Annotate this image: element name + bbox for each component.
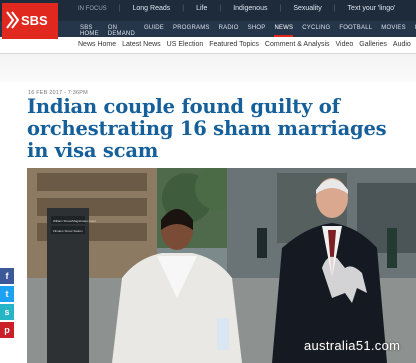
subnav-audio[interactable]: Audio	[393, 41, 411, 48]
top-link-indigenous[interactable]: Indigenous	[233, 5, 267, 12]
nav-guide[interactable]: GUIDE	[144, 25, 164, 37]
nav-movies[interactable]: MOVIES	[381, 25, 406, 37]
nav-news[interactable]: NEWS	[274, 25, 294, 37]
subnav-news-home[interactable]: News Home	[78, 41, 116, 48]
subnav-galleries[interactable]: Galleries	[359, 41, 387, 48]
watermark-text: australia51.com	[304, 338, 401, 353]
divider: |	[219, 5, 222, 12]
court-photo: William Street/Magistrates Court Flinder…	[27, 168, 416, 363]
subnav-comment-analysis[interactable]: Comment & Analysis	[265, 41, 330, 48]
nav-shop[interactable]: SHOP	[248, 25, 266, 37]
top-navigation-bar: IN FOCUS | Long Reads | Life | Indigenou…	[0, 0, 416, 21]
top-link-long-reads[interactable]: Long Reads	[133, 5, 171, 12]
facebook-share-icon[interactable]: f	[0, 268, 14, 284]
nav-on-demand[interactable]: ON DEMAND	[108, 25, 135, 37]
news-sub-navigation: News Home Latest News US Election Featur…	[0, 37, 416, 54]
header-spacer	[0, 54, 416, 82]
logo-text: SBS	[21, 13, 48, 28]
article-photo: William Street/Magistrates Court Flinder…	[27, 168, 416, 363]
subnav-us-election[interactable]: US Election	[167, 41, 204, 48]
divider: |	[118, 5, 121, 12]
nav-radio[interactable]: RADIO	[219, 25, 239, 37]
subnav-featured-topics[interactable]: Featured Topics	[209, 41, 259, 48]
divider: |	[333, 5, 336, 12]
article-headline: Indian couple found guilty of orchestrat…	[27, 95, 387, 162]
sbs-logo[interactable]: SBS	[2, 3, 58, 39]
sbs-mercator-icon	[6, 11, 20, 29]
subnav-latest-news[interactable]: Latest News	[122, 41, 161, 48]
top-link-text-your-lingo[interactable]: Text your 'lingo'	[348, 5, 396, 12]
share-icon[interactable]: s	[0, 304, 14, 320]
nav-sbs-home[interactable]: SBS HOME	[80, 25, 99, 37]
divider: |	[279, 5, 282, 12]
street-sign-line-2: Flinders Street Station	[53, 229, 83, 233]
pinterest-share-icon[interactable]: p	[0, 322, 14, 338]
social-share-bar: f t s p	[0, 268, 14, 340]
street-sign-line-1: William Street/Magistrates Court	[53, 219, 96, 223]
in-focus-label: IN FOCUS	[78, 6, 107, 12]
twitter-share-icon[interactable]: t	[0, 286, 14, 302]
subnav-video[interactable]: Video	[336, 41, 354, 48]
top-link-life[interactable]: Life	[196, 5, 207, 12]
top-link-sexuality[interactable]: Sexuality	[293, 5, 321, 12]
divider: |	[182, 5, 185, 12]
nav-football[interactable]: FOOTBALL	[339, 25, 372, 37]
main-navigation-bar: SBS HOME ON DEMAND GUIDE PROGRAMS RADIO …	[0, 21, 416, 37]
nav-cycling[interactable]: CYCLING	[302, 25, 330, 37]
top-links: IN FOCUS | Long Reads | Life | Indigenou…	[78, 5, 395, 12]
nav-programs[interactable]: PROGRAMS	[173, 25, 210, 37]
